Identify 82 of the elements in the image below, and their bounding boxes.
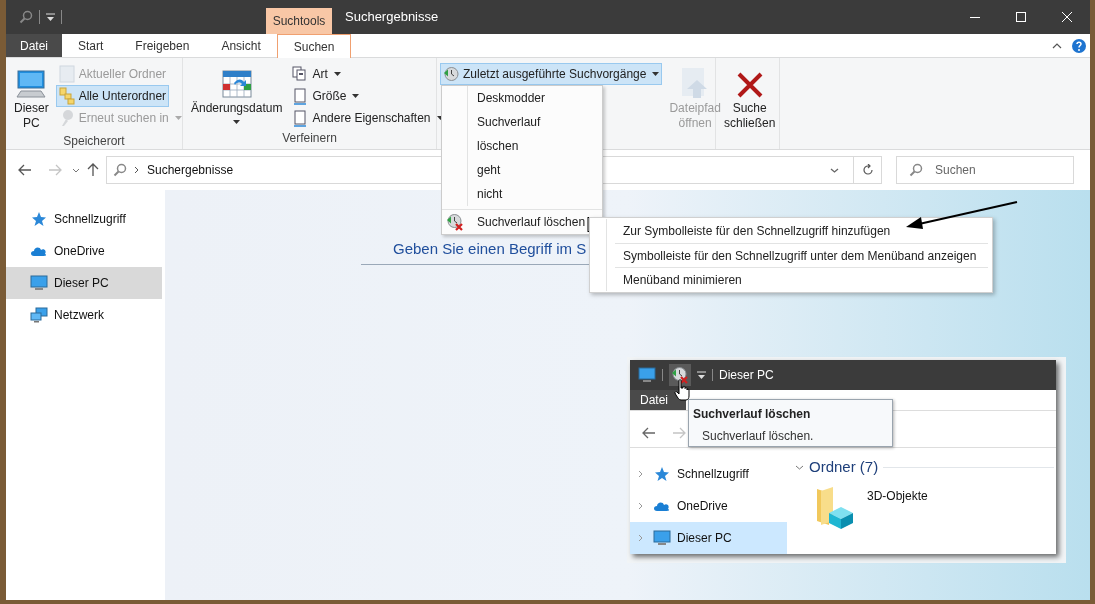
close-search-icon (735, 71, 764, 99)
collapse-ribbon-icon[interactable] (1052, 42, 1062, 49)
chevron-right-icon (638, 470, 643, 478)
computer-icon (30, 275, 48, 291)
search-icon (113, 163, 127, 177)
clear-history-icon (446, 213, 464, 231)
menu-item[interactable]: Zur Symbolleiste für den Schnellzugriff hinzufügen (615, 219, 988, 243)
ribbon-button[interactable]: Änderungsdatum (186, 61, 288, 125)
document-icon (293, 109, 308, 127)
star-icon (654, 466, 670, 482)
menu-item[interactable]: Deskmodder (468, 86, 602, 110)
chevron-right-icon (638, 502, 643, 510)
file-tab[interactable]: Datei (6, 34, 62, 57)
customize-dropdown-icon[interactable] (46, 13, 55, 21)
maximize-icon (1016, 12, 1026, 22)
ribbon-button[interactable]: Zuletzt ausgeführte Suchvorgänge (440, 63, 663, 85)
ribbon-button[interactable]: Dieser PC (9, 61, 54, 132)
help-icon[interactable] (1072, 38, 1086, 53)
nav-item[interactable]: Schnellzugriff (6, 203, 162, 235)
tooltip-title: Suchverlauf löschen (693, 406, 812, 423)
search-placeholder: Suchen (935, 162, 976, 179)
up-arrow-icon[interactable] (87, 163, 99, 177)
minimize-icon (970, 16, 980, 18)
nav-item[interactable]: Netzwerk (6, 299, 162, 331)
ribbon-button[interactable]: Andere Eigenschaften (289, 107, 447, 129)
menu-item[interactable]: nicht (468, 182, 602, 206)
chevron-down-icon[interactable] (795, 464, 804, 470)
group-header: Ordner (7) (809, 457, 879, 477)
nav-item[interactable]: OneDrive (6, 235, 162, 267)
back-arrow-icon[interactable] (642, 426, 656, 439)
menu-item[interactable]: löschen (468, 134, 602, 158)
chevron-down-icon[interactable] (830, 167, 839, 173)
computer-icon (638, 366, 656, 383)
search-field[interactable]: Suchen (896, 156, 1074, 184)
nav-item[interactable]: Dieser PC (630, 522, 787, 554)
chevron-right-icon (638, 534, 643, 542)
folder-cube-icon (815, 484, 855, 529)
chevron-right-icon (134, 166, 139, 174)
ribbon-tab[interactable]: Start (62, 34, 120, 57)
ribbon-button[interactable]: Größe (289, 85, 363, 107)
calendar-icon (221, 69, 252, 99)
address-path: Suchergebnisse (147, 162, 234, 179)
document-icon (293, 87, 308, 105)
ribbon-button[interactable]: Alle Unterordner (55, 85, 170, 107)
search-icon (909, 163, 923, 177)
nav-item[interactable]: OneDrive (630, 490, 787, 522)
ribbon-tab[interactable]: Ansicht (205, 34, 277, 57)
folder-label[interactable]: 3D-Objekte (867, 486, 928, 505)
network-icon (30, 307, 48, 323)
tooltip-text: Suchverlauf löschen. (702, 428, 815, 445)
customize-dropdown-icon[interactable] (697, 370, 706, 379)
context-tab-header: Suchtools (266, 8, 332, 34)
search-icon (19, 10, 33, 24)
window-title: Suchergebnisse (345, 8, 439, 27)
ribbon-button[interactable]: Art (289, 63, 344, 85)
nav-item[interactable]: Dieser PC (6, 267, 162, 299)
refresh-icon (861, 164, 874, 176)
back-arrow-icon[interactable] (18, 164, 32, 176)
subfolders-icon (58, 87, 75, 105)
menu-item[interactable]: geht (468, 158, 602, 182)
cloud-icon (653, 500, 671, 512)
folder-icon (58, 65, 75, 83)
computer-icon (14, 69, 49, 99)
chevron-down-icon[interactable] (72, 167, 80, 173)
menu-item[interactable]: Symbolleiste für den Schnellzugriff unter dem Menüband anzeigen (615, 243, 988, 267)
ribbon-tab[interactable]: Freigeben (119, 34, 206, 57)
toolbar-button[interactable] (669, 363, 691, 386)
ribbon-button[interactable]: Suche schließen (719, 61, 781, 132)
star-icon (31, 211, 47, 227)
window-title: Dieser PC (719, 366, 774, 384)
group-label: Verfeinern (281, 130, 338, 147)
group-label: Speicherort (62, 133, 126, 150)
cloud-icon (30, 245, 48, 257)
computer-icon (653, 530, 671, 546)
close-icon (1062, 12, 1072, 22)
documents-icon (292, 66, 309, 82)
ribbon-tab[interactable]: Suchen (276, 34, 352, 58)
nav-item[interactable]: Schnellzugriff (630, 458, 787, 490)
search-button[interactable] (19, 10, 33, 24)
menu-item[interactable]: Suchverlauf (468, 110, 602, 134)
menu-item[interactable]: Menüband minimieren (615, 267, 988, 291)
history-icon (443, 66, 459, 82)
